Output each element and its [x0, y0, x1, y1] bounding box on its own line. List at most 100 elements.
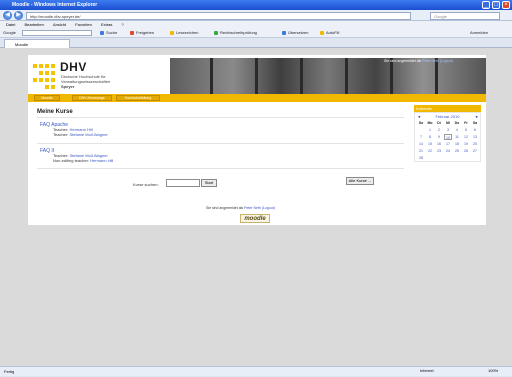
spellcheck-icon[interactable] [214, 31, 218, 35]
menu-help[interactable]: ? [121, 22, 123, 27]
user-link[interactable]: Peter Neth [422, 59, 439, 63]
calendar-day[interactable]: 2 [435, 127, 443, 133]
close-button[interactable]: × [502, 1, 510, 9]
calendar-day-name: Di [437, 121, 441, 125]
calendar-day[interactable]: 19 [462, 141, 470, 147]
dhv-logo-icon [33, 63, 57, 93]
calendar-day[interactable]: 18 [453, 141, 461, 147]
toolbar-bookmarks[interactable]: Lesezeichen [176, 28, 198, 38]
course-search-button[interactable]: Start [201, 179, 217, 187]
teacher-link[interactable]: Stefanie Moll-Wagner [69, 132, 107, 137]
calendar-day[interactable]: 16 [435, 141, 443, 147]
course-search-input[interactable] [166, 179, 200, 187]
toolbar-translate[interactable]: Übersetzen [288, 28, 308, 38]
minimize-button[interactable]: _ [482, 1, 490, 9]
window-title-bar: Moodle - Windows Internet Explorer [0, 0, 512, 10]
moodle-logo[interactable]: moodle [240, 214, 270, 223]
toolbar-spellcheck[interactable]: Rechtschreibprüfung [220, 28, 257, 38]
calendar-day[interactable]: 23 [435, 148, 443, 154]
calendar-day[interactable]: 20 [471, 141, 479, 147]
window-title: Moodle - Windows Internet Explorer [12, 2, 98, 8]
share-icon[interactable] [130, 31, 134, 35]
logout-link[interactable]: (Logout) [440, 59, 453, 63]
address-bar[interactable]: http://moodle.dhv-speyer.de/ [26, 12, 411, 20]
divider [37, 168, 404, 169]
tab-bar [0, 38, 512, 48]
menu-file[interactable]: Datei [6, 22, 15, 27]
back-button[interactable]: ◀ [3, 11, 12, 20]
calendar-day[interactable]: 14 [417, 141, 425, 147]
status-zone: Internet [420, 368, 434, 373]
calendar-day[interactable]: 3 [444, 127, 452, 133]
teacher-role: Teacher: [53, 132, 69, 137]
calendar-day[interactable]: 10 [444, 134, 452, 140]
browser-search-input[interactable]: Google [430, 12, 500, 20]
footer-user-link[interactable]: Peter Neth [244, 206, 261, 210]
calendar-day-name: Sa [472, 121, 478, 125]
footer-logout-link[interactable]: (Logout) [262, 206, 275, 210]
login-prefix: Sie sind angemeldet als [384, 59, 422, 63]
calendar-day[interactable]: 27 [471, 148, 479, 154]
calendar-day[interactable]: 26 [462, 148, 470, 154]
site-logo-text: DHV [60, 60, 87, 74]
calendar-day[interactable]: 4 [453, 127, 461, 133]
menu-favorites[interactable]: Favoriten [75, 22, 92, 27]
google-search-input[interactable] [22, 30, 92, 36]
calendar-day[interactable]: 11 [453, 134, 461, 140]
translate-icon[interactable] [282, 31, 286, 35]
nav-dhv-homepage[interactable]: DHV-Homepage [72, 95, 112, 101]
zoom-level[interactable]: 100% [488, 366, 498, 376]
calendar-day[interactable]: 8 [426, 134, 434, 140]
menu-view[interactable]: Ansicht [53, 22, 66, 27]
calendar-month[interactable]: Februar 2010 [414, 114, 481, 119]
header-banner-image [170, 58, 486, 94]
calendar-day[interactable]: 7 [417, 134, 425, 140]
bookmark-icon[interactable] [170, 31, 174, 35]
divider [37, 143, 404, 144]
calendar-day-name: Mo [427, 121, 433, 125]
calendar-day[interactable]: 15 [426, 141, 434, 147]
forward-button[interactable]: ▶ [14, 11, 23, 20]
calendar-day[interactable]: 13 [471, 134, 479, 140]
logo-subtitle-3: Speyer [61, 84, 75, 89]
calendar-day[interactable]: 25 [453, 148, 461, 154]
calendar-day[interactable]: 1 [426, 127, 434, 133]
calendar-day-name: So [418, 121, 424, 125]
calendar-day[interactable]: 12 [462, 134, 470, 140]
menu-tools[interactable]: Extras [101, 22, 112, 27]
calendar-day[interactable]: 5 [462, 127, 470, 133]
nav-hochschulleitung[interactable]: Hochschulleitung [116, 95, 160, 101]
calendar-day[interactable]: 24 [444, 148, 452, 154]
calendar-day[interactable]: 9 [435, 134, 443, 140]
calendar-day[interactable]: 6 [471, 127, 479, 133]
teacher-role: Non-editing teacher: [53, 158, 90, 163]
divider [37, 117, 404, 118]
page-title: Meine Kurse [37, 109, 73, 115]
status-bar: Fertig [0, 366, 512, 376]
calendar-day[interactable]: 28 [417, 155, 425, 161]
calendar-day[interactable]: 17 [444, 141, 452, 147]
status-text: Fertig [4, 369, 15, 374]
calendar-day-name: Mi [446, 121, 450, 125]
google-label: Google [3, 30, 16, 35]
all-courses-button[interactable]: Alle Kurse ... [346, 177, 374, 185]
calendar-day[interactable]: 21 [417, 148, 425, 154]
teacher-link[interactable]: Hermann Hill [90, 158, 113, 163]
maximize-button[interactable]: □ [492, 1, 500, 9]
course-teacher: Non-editing teacher: Hermann Hill [53, 158, 113, 164]
header-login-info: Sie sind angemeldet als Peter Neth (Logo… [384, 59, 453, 63]
menu-bar: Datei Bearbeiten Ansicht Favoriten Extra… [0, 21, 512, 28]
browser-tab[interactable]: Moodle [4, 39, 70, 48]
autofill-icon[interactable] [320, 31, 324, 35]
search-icon[interactable] [100, 31, 104, 35]
nav-moodle[interactable]: Moodle [34, 95, 60, 101]
calendar-day[interactable]: 22 [426, 148, 434, 154]
toolbar-search[interactable]: Suche [106, 28, 117, 38]
toolbar-autofill[interactable]: AutoFill [326, 28, 339, 38]
footer-login-info: Sie sind angemeldet als Peter Neth (Logo… [206, 206, 275, 210]
toolbar-share[interactable]: Freigeben [136, 28, 154, 38]
calendar-next-icon[interactable]: ► [475, 114, 479, 119]
menu-edit[interactable]: Bearbeiten [24, 22, 43, 27]
toolbar-signin[interactable]: Anmelden [470, 28, 488, 38]
calendar-day-name: Fr [464, 121, 468, 125]
